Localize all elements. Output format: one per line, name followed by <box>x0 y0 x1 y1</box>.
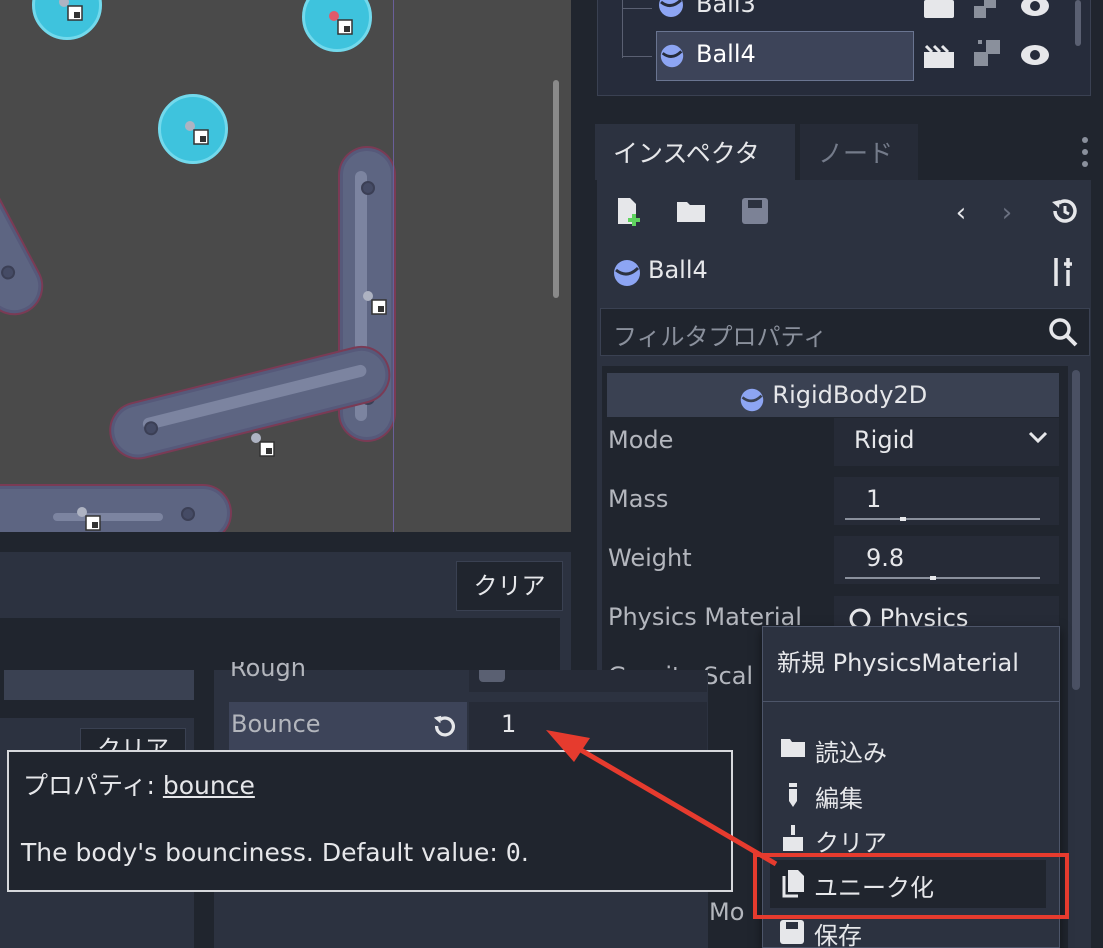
inner-field <box>4 670 194 700</box>
new-resource-icon[interactable] <box>612 196 646 230</box>
mass-slider[interactable] <box>845 518 1040 520</box>
prop-bounce-label: Bounce <box>231 710 321 738</box>
mode-value: Rigid <box>854 426 915 454</box>
rigidbody-icon <box>658 42 686 70</box>
edit-icon <box>779 781 807 815</box>
history-back-icon[interactable]: ‹ <box>944 196 978 230</box>
node-pivot-icon <box>185 121 209 145</box>
weight-value: 9.8 <box>866 544 905 572</box>
node-pivot-icon <box>77 507 101 531</box>
menu-separator <box>763 701 1059 702</box>
property-tooltip: プロパティ: bounce The body's bounciness. Def… <box>7 750 733 892</box>
menu-item-label: 新規 PhysicsMaterial <box>777 649 1019 677</box>
filter-placeholder: フィルタプロパティ <box>613 323 828 351</box>
inspector-scrollbar[interactable] <box>1072 370 1080 690</box>
viewport-guide-line <box>393 0 394 532</box>
open-folder-icon[interactable] <box>674 196 708 230</box>
clear-button[interactable]: クリア <box>456 561 563 611</box>
revert-icon[interactable] <box>431 712 459 740</box>
tree-item-ball4[interactable]: Ball4 <box>696 40 756 68</box>
rigidbody-icon <box>656 0 686 20</box>
rough-checkbox-field[interactable] <box>469 670 707 692</box>
bounce-value: 1 <box>501 710 517 738</box>
visibility-eye-icon[interactable] <box>1020 44 1050 66</box>
menu-item-label: 読込み <box>815 739 887 767</box>
chevron-down-icon <box>1027 426 1049 454</box>
viewport-scrollbar[interactable] <box>553 80 559 298</box>
node-pivot-icon <box>329 11 353 35</box>
rigidbody-icon <box>612 258 642 288</box>
folder-icon <box>779 735 807 765</box>
weight-slider-grabber[interactable] <box>930 576 936 580</box>
history-icon[interactable] <box>1048 196 1082 230</box>
mass-value: 1 <box>866 485 882 513</box>
tab-node[interactable]: ノード <box>800 124 918 180</box>
search-icon <box>1048 317 1078 347</box>
prop-mode-label: Mode <box>608 426 674 454</box>
tree-scrollbar[interactable] <box>1075 0 1081 46</box>
tooltip-desc-text: The body's bounciness. Default value: <box>21 838 506 867</box>
mass-slider-grabber[interactable] <box>900 517 906 521</box>
clapper-icon[interactable] <box>924 44 954 68</box>
visibility-eye-icon[interactable] <box>1020 0 1050 18</box>
weight-slider[interactable] <box>845 577 1040 579</box>
prop-mass-label: Mass <box>608 485 669 513</box>
group-icon[interactable] <box>974 40 1002 68</box>
capsule-platform[interactable] <box>0 147 51 323</box>
mode-select[interactable]: Rigid <box>834 418 1059 466</box>
rigidbody-icon <box>739 383 765 412</box>
tree-item-ball3[interactable]: Ball3 <box>696 0 756 18</box>
more-options-icon[interactable] <box>1080 134 1090 170</box>
tooltip-desc-end: . <box>520 838 529 867</box>
inspected-node-name[interactable]: Ball4 <box>648 256 708 284</box>
tooltip-property-name: bounce <box>162 771 255 800</box>
tree-guide <box>622 8 652 9</box>
tab-inspector[interactable]: インスペクタ <box>595 124 795 180</box>
prop-weight-label: Weight <box>608 544 692 572</box>
capsule-platform[interactable] <box>0 486 230 532</box>
clapper-icon[interactable] <box>924 0 954 18</box>
node-pivot-icon <box>363 291 387 315</box>
tools-icon[interactable] <box>1048 256 1078 288</box>
save-icon[interactable] <box>738 196 772 230</box>
tree-guide <box>622 56 652 57</box>
save-icon <box>778 918 806 948</box>
tooltip-desc-code: 0 <box>505 838 521 867</box>
history-forward-icon[interactable]: › <box>990 196 1024 230</box>
tooltip-description: The body's bounciness. Default value: 0. <box>21 838 529 867</box>
menu-item-save[interactable]: 保存 <box>762 916 1060 948</box>
filter-properties-input[interactable]: フィルタプロパティ <box>600 308 1090 356</box>
2d-viewport[interactable] <box>0 0 571 532</box>
highlight-annotation-box <box>753 853 1069 919</box>
node-pivot-icon <box>59 0 83 21</box>
bounce-field[interactable]: 1 <box>469 702 707 750</box>
menu-item-label: 編集 <box>815 785 863 813</box>
menu-item-label: 保存 <box>814 922 862 948</box>
group-icon[interactable] <box>974 0 1002 18</box>
tooltip-prefix: プロパティ: <box>23 771 163 800</box>
checkbox-icon <box>479 670 505 682</box>
node-pivot-icon <box>251 433 275 457</box>
tooltip-title: プロパティ: bounce <box>23 766 255 802</box>
section-header-rigidbody2d[interactable]: RigidBody2D <box>607 373 1059 417</box>
bounce-row[interactable]: Bounce <box>229 702 467 750</box>
prop-rough-label: Rough <box>230 662 306 682</box>
selected-tree-row <box>656 31 914 81</box>
section-title: RigidBody2D <box>772 381 928 409</box>
